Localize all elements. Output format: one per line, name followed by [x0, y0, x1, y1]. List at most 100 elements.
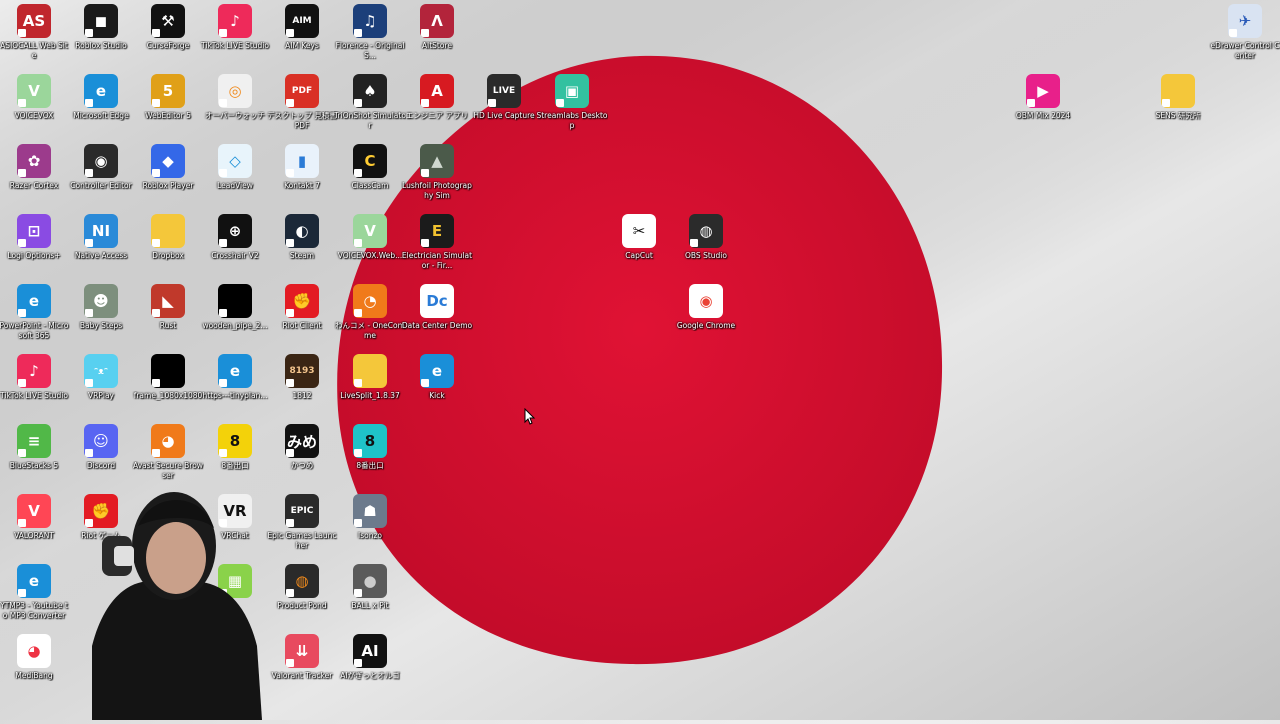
desktop-shortcut-voicevox[interactable]: V VOICEVOX [0, 74, 68, 140]
desktop-shortcut-label: ClassCam [351, 181, 389, 190]
desktop-shortcut-webeditor-5[interactable]: 5 WebEditor 5 [134, 74, 202, 140]
desktop-shortcut-label: SENS 研究所 [1155, 111, 1201, 120]
desktop-shortcut-https-tinyplan[interactable]: e https---tinyplan... [201, 354, 269, 420]
desktop-shortcut-1812[interactable]: 8193 1812 [268, 354, 336, 420]
desktop-shortcut-voicevox-web[interactable]: V VOICEVOX.Web... [336, 214, 404, 280]
desktop-shortcut-app-10[interactable]: ◎ オーバーウォッチ [201, 74, 269, 140]
baby-steps-icon: ☻ [84, 284, 118, 318]
desktop-shortcut-lushfoil-photography-sim[interactable]: ▲ Lushfoil Photography Sim [402, 144, 472, 210]
desktop-shortcut-altstore[interactable]: Λ AltStore [403, 4, 471, 70]
desktop-shortcut-google-chrome[interactable]: ◉ Google Chrome [672, 284, 740, 350]
desktop-shortcut-app-51[interactable]: みめ かつめ [268, 424, 336, 490]
shortcut-arrow-icon [85, 29, 93, 37]
desktop-shortcut-label: OBS Studio [685, 251, 727, 260]
desktop-shortcut-isonzo[interactable]: ☗ Isonzo [336, 494, 404, 560]
desktop-shortcut-streamlabs-desktop[interactable]: ▣ Streamlabs Desktop [536, 74, 608, 140]
shortcut-arrow-icon [18, 589, 26, 597]
desktop-shortcut-rust[interactable]: ◣ Rust [134, 284, 202, 350]
electrician-simulator-fir-icon: E [420, 214, 454, 248]
edrawer-control-center-icon: ✈ [1228, 4, 1262, 38]
desktop-shortcut-capcut[interactable]: ✂ CapCut [605, 214, 673, 280]
desktop-shortcut-data-center-demo[interactable]: Dc Data Center Demo [402, 284, 472, 350]
desktop-shortcut-microsoft-edge[interactable]: e Microsoft Edge [67, 74, 135, 140]
shortcut-arrow-icon [286, 589, 294, 597]
desktop-shortcut-label: Electrician Simulator - Fir... [401, 251, 473, 270]
desktop-shortcut-trionshot-simulator[interactable]: ♠ TriOnShot Simulator [334, 74, 406, 140]
desktop-shortcut-wooden-pipe-2[interactable]: wooden_pipe_2... [201, 284, 269, 350]
desktop-shortcut-livesplit-1-8-37[interactable]: LiveSplit_1.8.37 [336, 354, 404, 420]
desktop-shortcut-asiocall-web-site[interactable]: AS ASIOCALL Web Site [0, 4, 68, 70]
desktop-shortcut-label: AIがぎっとオルゴ [340, 671, 400, 680]
obs-studio-icon: ◍ [689, 214, 723, 248]
shortcut-arrow-icon [690, 309, 698, 317]
shortcut-arrow-icon [85, 169, 93, 177]
sens-icon [1161, 74, 1195, 108]
desktop-shortcut-controller-editor[interactable]: ◉ Controller Editor [67, 144, 135, 210]
desktop-shortcut-vrplay[interactable]: ᵔᴥᵔ VRPlay [67, 354, 135, 420]
desktop-shortcut-riot-client[interactable]: ✊ Riot Client [268, 284, 336, 350]
desktop-shortcut-ytmp3-youtube-to-mp3-converter[interactable]: e YTMP3 - Youtube to MP3 Converter [0, 564, 68, 630]
logi-options-icon: ⊡ [17, 214, 51, 248]
desktop-shortcut-onecomme[interactable]: ◔ わんコメ - OneComme [335, 284, 405, 350]
desktop-shortcut-crosshair-v2[interactable]: ⊕ Crosshair V2 [201, 214, 269, 280]
desktop-shortcut-curseforge[interactable]: ⚒ CurseForge [134, 4, 202, 70]
desktop-shortcut-8[interactable]: 8 8番出口 [201, 424, 269, 490]
desktop-shortcut-dropbox[interactable]: Dropbox [134, 214, 202, 280]
desktop-shortcut-avast-secure-browser[interactable]: ◕ Avast Secure Browser [133, 424, 203, 490]
desktop-shortcut-obm-mix-2024[interactable]: ▶ OBM Mix 2024 [1009, 74, 1077, 140]
desktop-shortcut-tiktok-live-studio[interactable]: ♪ TikTok LIVE Studio [201, 4, 269, 70]
desktop-shortcut-discord[interactable]: ☺ Discord [67, 424, 135, 490]
desktop-shortcut-logi-options[interactable]: ⊡ Logi Options+ [0, 214, 68, 280]
desktop-shortcut-label: BlueStacks 5 [9, 461, 59, 470]
desktop-shortcut-pdf[interactable]: PDF デスクトップ 見積書 PDF [267, 74, 337, 140]
desktop-shortcut-ball-x-pit[interactable]: ● BALL x Pit [336, 564, 404, 630]
epic-games-launcher-icon: EPIC [285, 494, 319, 528]
frame-1080x1080-icon [151, 354, 185, 388]
florence-original-s-icon: ♫ [353, 4, 387, 38]
desktop-shortcut-baby-steps[interactable]: ☻ Baby Steps [67, 284, 135, 350]
desktop-shortcut-label: frame_1080x1080 [133, 391, 203, 400]
desktop-shortcut-app-13[interactable]: A エンジニア アプリ [403, 74, 471, 140]
desktop-shortcut-bluestacks-5[interactable]: ≡ BlueStacks 5 [0, 424, 68, 490]
shortcut-arrow-icon [85, 449, 93, 457]
desktop-shortcut-label: Rust [159, 321, 177, 330]
shortcut-arrow-icon [1027, 99, 1035, 107]
shortcut-arrow-icon [354, 309, 362, 317]
shortcut-arrow-icon [18, 239, 26, 247]
desktop-shortcut-razer-cortex[interactable]: ✿ Razer Cortex [0, 144, 68, 210]
desktop-shortcut-powerpoint-microsoft-365[interactable]: e PowerPoint - Microsoft 365 [0, 284, 68, 350]
desktop-shortcut-frame-1080x1080[interactable]: frame_1080x1080 [134, 354, 202, 420]
desktop-shortcut-leadview[interactable]: ◇ LeadView [201, 144, 269, 210]
desktop-shortcut-kick[interactable]: e Kick [403, 354, 471, 420]
desktop-shortcut-label: Native Access [74, 251, 128, 260]
desktop-shortcut-label: エンジニア アプリ [405, 111, 469, 120]
shortcut-arrow-icon [219, 99, 227, 107]
desktop-shortcut-sens[interactable]: SENS 研究所 [1144, 74, 1212, 140]
shortcut-arrow-icon [286, 169, 294, 177]
roblox-player-icon: ◆ [151, 144, 185, 178]
desktop-shortcut-kontakt-7[interactable]: ▮ Kontakt 7 [268, 144, 336, 210]
desktop-shortcut-8[interactable]: 8 8番出口 [336, 424, 404, 490]
shortcut-arrow-icon [354, 449, 362, 457]
shortcut-arrow-icon [623, 239, 631, 247]
desktop-shortcut-steam[interactable]: ◐ Steam [268, 214, 336, 280]
desktop-shortcut-roblox-player[interactable]: ◆ Roblox Player [134, 144, 202, 210]
desktop-shortcut-tiktok-live-studio[interactable]: ♪ TikTok LIVE Studio [0, 354, 68, 420]
shortcut-arrow-icon [219, 449, 227, 457]
desktop-shortcut-obs-studio[interactable]: ◍ OBS Studio [672, 214, 740, 280]
desktop-shortcut-classcam[interactable]: C ClassCam [336, 144, 404, 210]
desktop-shortcut-electrician-simulator-fir[interactable]: E Electrician Simulator - Fir... [401, 214, 473, 280]
desktop-shortcut-aim-keys[interactable]: AIM AIM Keys [268, 4, 336, 70]
desktop-shortcut-native-access[interactable]: NI Native Access [67, 214, 135, 280]
desktop-shortcut-medibang[interactable]: ◕ MediBang [0, 634, 68, 700]
desktop-shortcut-label: Razer Cortex [9, 181, 59, 190]
desktop-shortcut-ai[interactable]: AI AIがぎっとオルゴ [336, 634, 404, 700]
desktop-shortcut-roblox-studio[interactable]: ◼ Roblox Studio [67, 4, 135, 70]
desktop-shortcut-hd-live-capture[interactable]: LIVE HD Live Capture [470, 74, 538, 140]
desktop-shortcut-label: TikTok LIVE Studio [0, 391, 68, 400]
shortcut-arrow-icon [354, 659, 362, 667]
desktop-shortcut-label: Dropbox [152, 251, 184, 260]
desktop-shortcut-florence-original-s[interactable]: ♫ Florence - Original S... [336, 4, 404, 70]
desktop-shortcut-valorant[interactable]: V VALORANT [0, 494, 68, 560]
desktop-shortcut-edrawer-control-center[interactable]: ✈ eDrawer Control Center [1210, 4, 1280, 70]
